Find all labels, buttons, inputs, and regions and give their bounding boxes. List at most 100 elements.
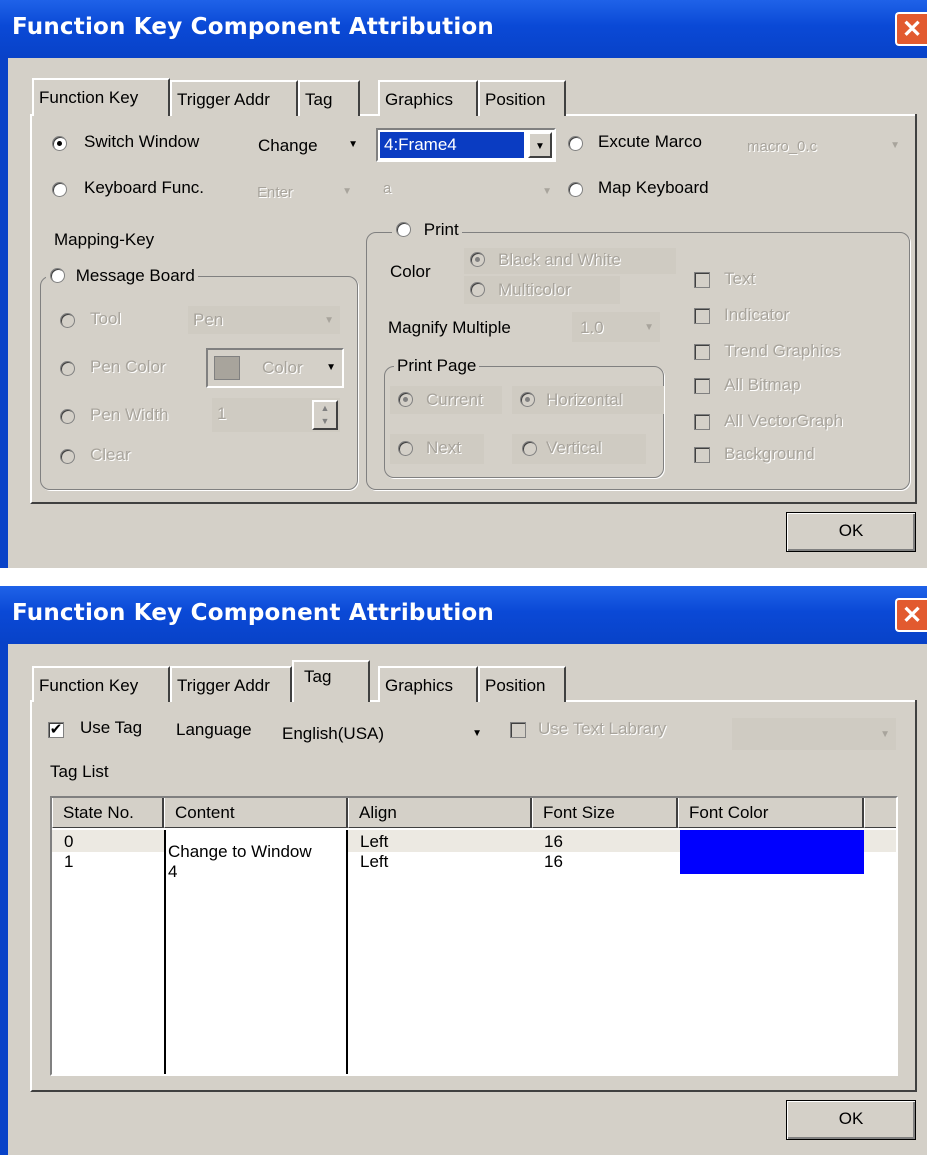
column-header-align[interactable]: Align bbox=[348, 798, 532, 828]
close-icon: ✕ bbox=[901, 602, 923, 629]
pen-width-value: 1 bbox=[217, 404, 227, 423]
tab-position[interactable]: Position bbox=[478, 80, 566, 116]
tab-trigger-addr[interactable]: Trigger Addr bbox=[170, 80, 298, 116]
chevron-down-icon: ▼ bbox=[342, 186, 352, 197]
pen-color-select[interactable]: Color ▼ bbox=[206, 348, 344, 388]
print-radio[interactable] bbox=[396, 222, 411, 238]
horizontal-label: Horizontal bbox=[546, 390, 623, 409]
keyboard-char-input[interactable]: a bbox=[376, 174, 424, 208]
column-header-font-color[interactable]: Font Color bbox=[678, 798, 864, 828]
tag-list[interactable]: State No. Content Align Font Size Font C… bbox=[50, 796, 898, 1076]
use-tag-checkbox[interactable]: ✔ bbox=[48, 722, 64, 738]
chevron-down-icon: ▼ bbox=[472, 728, 482, 739]
title-bar[interactable]: Function Key Component Attribution bbox=[0, 0, 927, 58]
keyboard-func-radio[interactable] bbox=[52, 182, 67, 197]
use-tag-label: Use Tag bbox=[80, 718, 143, 737]
multicolor-label: Multicolor bbox=[498, 280, 571, 299]
ok-label: OK bbox=[838, 521, 864, 540]
tab-label: Tag bbox=[305, 90, 333, 109]
text-library-select[interactable]: ▼ bbox=[730, 716, 898, 752]
chevron-down-icon: ▼ bbox=[890, 140, 900, 151]
language-select[interactable]: English(USA) ▼ bbox=[272, 716, 490, 750]
vertical-radio[interactable] bbox=[522, 441, 537, 456]
use-text-library-checkbox[interactable] bbox=[510, 722, 526, 738]
dialog-title: Function Key Component Attribution bbox=[12, 600, 494, 626]
tab-function-key[interactable]: Function Key bbox=[32, 666, 170, 702]
next-radio[interactable] bbox=[398, 441, 413, 456]
pen-color-radio[interactable] bbox=[60, 361, 75, 376]
column-label: State No. bbox=[63, 803, 134, 822]
window-border bbox=[0, 644, 8, 1155]
state-cell: 0 bbox=[64, 832, 74, 851]
message-board-radio[interactable] bbox=[50, 268, 65, 284]
message-board-label: Message Board bbox=[75, 266, 195, 285]
text-checkbox[interactable] bbox=[694, 272, 710, 288]
current-radio[interactable] bbox=[398, 392, 413, 407]
tool-value: Pen bbox=[193, 310, 224, 329]
switch-window-radio[interactable] bbox=[52, 136, 67, 151]
keyboard-func-label: Keyboard Func. bbox=[84, 178, 205, 197]
font-size-cell: 16 bbox=[544, 852, 563, 871]
font-color-swatch[interactable] bbox=[680, 830, 864, 852]
all-vectorgraph-checkbox[interactable] bbox=[694, 414, 710, 430]
macro-value: macro_0.c bbox=[747, 138, 818, 155]
switch-mode-select[interactable]: Change ▼ bbox=[248, 128, 366, 162]
indicator-checkbox[interactable] bbox=[694, 308, 710, 324]
keyboard-key-value: Enter bbox=[257, 184, 293, 201]
tab-tag[interactable]: Tag bbox=[292, 660, 370, 702]
black-white-radio[interactable] bbox=[470, 252, 485, 267]
macro-select[interactable]: macro_0.c ▼ bbox=[740, 128, 908, 162]
mapping-key-label: Mapping-Key bbox=[54, 230, 155, 249]
tool-select[interactable]: Pen ▼ bbox=[186, 304, 342, 336]
map-keyboard-radio[interactable] bbox=[568, 182, 583, 197]
tab-position[interactable]: Position bbox=[478, 666, 566, 702]
frame-value: 4:Frame4 bbox=[380, 132, 524, 158]
ok-button[interactable]: OK bbox=[786, 1100, 916, 1140]
tab-graphics[interactable]: Graphics bbox=[378, 666, 478, 702]
keyboard-char-value: a bbox=[383, 180, 392, 197]
magnify-select[interactable]: 1.0 ▼ bbox=[570, 310, 662, 344]
checkmark-icon: ✔ bbox=[49, 721, 63, 738]
column-header-state[interactable]: State No. bbox=[52, 798, 164, 828]
tab-trigger-addr[interactable]: Trigger Addr bbox=[170, 666, 292, 702]
pen-width-stepper[interactable]: ▲ ▼ bbox=[312, 400, 338, 430]
trend-graphics-checkbox[interactable] bbox=[694, 344, 710, 360]
multicolor-radio[interactable] bbox=[470, 282, 485, 297]
frame-select[interactable]: 4:Frame4 ▼ bbox=[376, 128, 556, 162]
content-line: 4 bbox=[168, 862, 178, 881]
background-checkbox[interactable] bbox=[694, 447, 710, 463]
ok-button[interactable]: OK bbox=[786, 512, 916, 552]
chevron-down-icon: ▼ bbox=[348, 139, 358, 150]
close-button[interactable]: ✕ bbox=[895, 598, 927, 632]
column-header-content[interactable]: Content bbox=[164, 798, 348, 828]
print-page-label: Print Page bbox=[394, 356, 480, 376]
title-bar[interactable]: Function Key Component Attribution bbox=[0, 586, 927, 644]
column-label: Font Color bbox=[689, 803, 769, 822]
keyboard-extra-select[interactable]: ▼ bbox=[432, 174, 560, 208]
horizontal-radio[interactable] bbox=[520, 392, 535, 407]
pen-width-radio[interactable] bbox=[60, 409, 75, 424]
font-color-swatch[interactable] bbox=[680, 852, 864, 874]
message-board-header: Message Board bbox=[46, 266, 198, 286]
tab-label: Graphics bbox=[385, 676, 454, 695]
close-button[interactable]: ✕ bbox=[895, 12, 927, 46]
column-label: Align bbox=[359, 803, 397, 822]
tab-label: Trigger Addr bbox=[177, 676, 270, 695]
pen-width-spinner[interactable]: 1 ▲ ▼ bbox=[210, 396, 342, 434]
current-label: Current bbox=[426, 390, 483, 409]
clear-radio[interactable] bbox=[60, 449, 75, 464]
frame-dropdown-button[interactable]: ▼ bbox=[528, 132, 552, 158]
use-text-library-label: Use Text Labrary bbox=[538, 719, 667, 738]
tool-radio[interactable] bbox=[60, 313, 75, 328]
keyboard-key-select[interactable]: Enter ▼ bbox=[250, 174, 360, 208]
content-cell[interactable]: Change to Window 4 bbox=[164, 830, 348, 1074]
tab-graphics[interactable]: Graphics bbox=[378, 80, 478, 116]
tab-label: Trigger Addr bbox=[177, 90, 270, 109]
tab-tag[interactable]: Tag bbox=[298, 80, 360, 116]
switch-mode-value: Change bbox=[258, 136, 318, 155]
all-bitmap-checkbox[interactable] bbox=[694, 378, 710, 394]
pen-color-label: Pen Color bbox=[90, 357, 166, 376]
column-header-font-size[interactable]: Font Size bbox=[532, 798, 678, 828]
execute-macro-radio[interactable] bbox=[568, 136, 583, 151]
tab-function-key[interactable]: Function Key bbox=[32, 78, 170, 116]
